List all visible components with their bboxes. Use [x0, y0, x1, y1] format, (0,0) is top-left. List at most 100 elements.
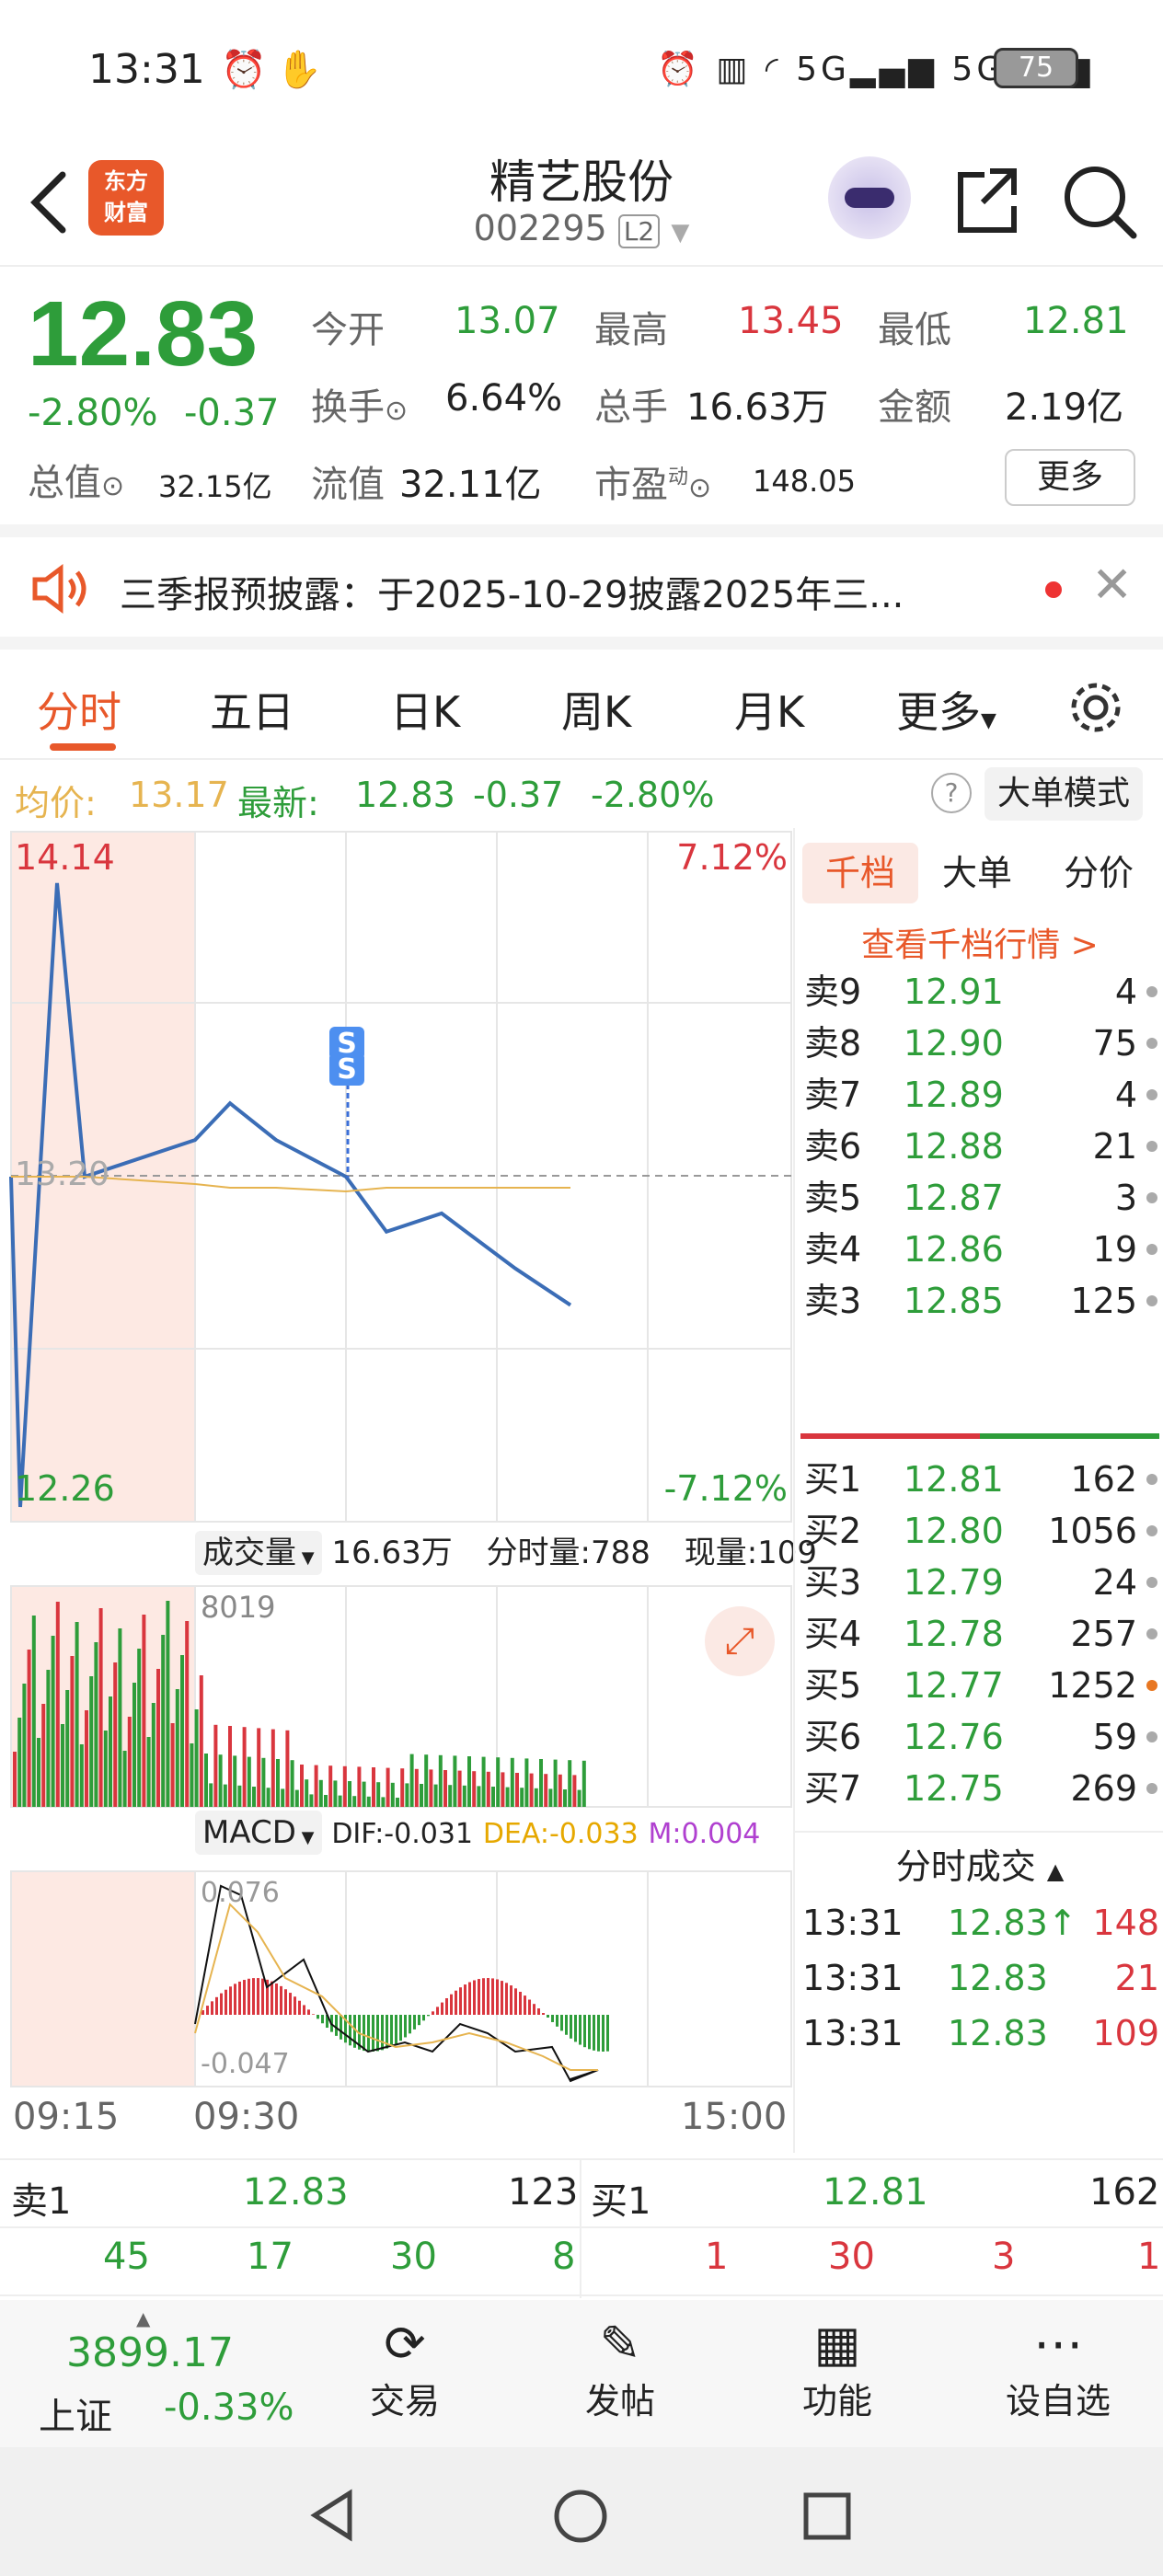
nav-post[interactable]: ✎ 发帖 — [556, 2315, 685, 2423]
macd-bar — [482, 1978, 485, 2015]
order-book-row[interactable]: 卖2 12.84 300 — [795, 1327, 1163, 1330]
order-book-row[interactable]: 买3 12.79 24 — [795, 1557, 1163, 1608]
low-value: 12.81 — [1023, 300, 1129, 342]
info-icon[interactable]: ⊙ — [688, 472, 711, 504]
volume-selector[interactable]: 成交量 ▼ — [195, 1531, 322, 1575]
caret-down-icon: ▼ — [296, 1548, 315, 1568]
volume-bar — [55, 1602, 60, 1807]
order-book-row[interactable]: 买7 12.75 269 — [795, 1763, 1163, 1814]
tab-intraday[interactable]: 分时 — [37, 679, 121, 740]
macd-bar — [211, 2001, 213, 2015]
ticks-header[interactable]: 分时成交 ▲ — [795, 1831, 1163, 1889]
tab-big-order[interactable]: 大单 — [942, 843, 1012, 903]
volume-bar — [170, 1723, 175, 1807]
settings-gear-icon[interactable] — [1065, 677, 1126, 738]
order-book-row[interactable]: 卖3 12.85 125 — [795, 1275, 1163, 1327]
mcap-value: 32.15亿 — [158, 469, 272, 504]
tick-row: 13:31 12.83 109 — [795, 2006, 1163, 2061]
tab-week-k[interactable]: 周K — [561, 679, 631, 740]
volume-bar — [390, 1782, 395, 1807]
buy-detail: 1 — [705, 2236, 729, 2278]
help-icon[interactable]: ? — [931, 773, 972, 813]
view-depth-link[interactable]: 查看千档行情 > — [795, 918, 1163, 966]
nav-functions[interactable]: ▦ 功能 — [773, 2315, 902, 2423]
nav-add-watchlist[interactable]: ⋯ 设自选 — [985, 2315, 1132, 2423]
tab-month-k[interactable]: 月K — [734, 679, 804, 740]
search-button[interactable] — [1058, 158, 1141, 241]
expand-button[interactable]: ⤢ — [705, 1606, 775, 1676]
info-icon[interactable]: ⊙ — [385, 395, 408, 427]
open-label: 今开 — [311, 309, 385, 351]
nav-trade[interactable]: ⟳ 交易 — [340, 2315, 469, 2423]
home-circle-icon[interactable] — [552, 2488, 609, 2545]
order-book-row[interactable]: 买2 12.80 1056 — [795, 1505, 1163, 1557]
volume-bar — [462, 1785, 466, 1807]
macd-bar — [298, 2000, 301, 2015]
level-price: 12.76 — [904, 1717, 1004, 1757]
notice-bar[interactable]: 三季报预披露：于2025-10-29披露2025年三... ✕ — [0, 537, 1163, 650]
macd-bar — [450, 1994, 453, 2015]
order-book-row[interactable]: 买4 12.78 257 — [795, 1608, 1163, 1660]
macd-bar — [547, 2015, 549, 2018]
tab-price-dist[interactable]: 分价 — [1064, 843, 1134, 903]
turnover-label-text: 换手 — [311, 386, 385, 429]
buy-detail: 1 — [1137, 2236, 1161, 2278]
order-book-row[interactable]: 买1 12.81 162 — [795, 1454, 1163, 1505]
tab-more[interactable]: 更多▼ — [896, 679, 996, 740]
chart-top-price: 14.14 — [15, 837, 115, 878]
float-label: 流值 — [311, 464, 385, 506]
volume-bar — [443, 1770, 447, 1807]
order-book-row[interactable]: 买5 12.77 1252 — [795, 1660, 1163, 1711]
intraday-chart[interactable]: S S 14.14 7.12% 13.20 12.26 -7.12% 成交量 ▼… — [0, 828, 817, 2153]
volume-bar — [348, 1781, 351, 1807]
close-icon[interactable]: ✕ — [1091, 556, 1133, 614]
info-icon[interactable]: ⊙ — [101, 470, 124, 502]
back-triangle-icon[interactable] — [305, 2488, 361, 2543]
macd-selector[interactable]: MACD ▼ — [195, 1811, 322, 1855]
tab-five-day[interactable]: 五日 — [210, 679, 294, 740]
share-button[interactable] — [950, 158, 1023, 241]
volume-bar — [342, 1765, 347, 1807]
macd-top-label: 0.076 — [201, 1877, 280, 1909]
order-book-row[interactable]: 卖6 12.88 21 — [795, 1121, 1163, 1172]
order-book-row[interactable]: 卖5 12.87 3 — [795, 1172, 1163, 1224]
volume-bar — [285, 1730, 290, 1807]
assistant-avatar[interactable] — [828, 156, 911, 239]
order-book-row[interactable]: 卖7 12.89 4 — [795, 1069, 1163, 1121]
macd-dea: DEA:-0.033 — [482, 1818, 639, 1850]
macd-bar — [574, 2015, 577, 2042]
order-book-row[interactable]: 买6 12.76 59 — [795, 1711, 1163, 1763]
big-order-mode-button[interactable]: 大单模式 — [985, 767, 1144, 821]
turnover-value: 6.64% — [445, 377, 563, 420]
volume-bar — [290, 1760, 294, 1807]
macd-bar — [427, 2015, 430, 2017]
tab-thousand-level[interactable]: 千档 — [802, 843, 918, 903]
level-label: 买5 — [804, 1665, 862, 1706]
bottom-nav: ▲ 3899.17 上证 -0.33% ⟳ 交易 ✎ 发帖 ▦ 功能 ⋯ 设自选 — [0, 2300, 1163, 2447]
system-nav-bar — [0, 2447, 1163, 2576]
more-button[interactable]: 更多 — [1005, 449, 1135, 506]
chart-mid-price: 13.20 — [15, 1156, 110, 1193]
macd-bar — [473, 1980, 476, 2015]
volume-bar — [328, 1765, 333, 1807]
order-book-row[interactable]: 卖9 12.91 4 — [795, 966, 1163, 1018]
volume-bar — [376, 1782, 381, 1807]
back-button[interactable] — [22, 166, 77, 239]
level-volume: 269 — [1070, 1768, 1137, 1809]
buy-detail: 3 — [992, 2236, 1016, 2278]
level-price: 12.74 — [904, 1814, 1004, 1822]
level-volume: 1142 — [1048, 1814, 1137, 1822]
best-quote-bar: 卖1 12.83 123 买1 12.81 162 45 17 30 8 1 3… — [0, 2158, 1163, 2298]
level-label: 买2 — [804, 1511, 862, 1551]
order-book-row[interactable]: 卖8 12.90 75 — [795, 1018, 1163, 1069]
stock-code-row[interactable]: 002295 L2 ▼ — [397, 208, 766, 248]
macd-bar — [243, 1980, 246, 2015]
recents-square-icon[interactable] — [800, 2490, 854, 2543]
index-widget[interactable]: ▲ 3899.17 上证 -0.33% — [0, 2300, 313, 2447]
volume-bar — [558, 1774, 562, 1807]
time-open: 09:30 — [193, 2096, 300, 2138]
tab-day-k[interactable]: 日K — [390, 679, 460, 740]
order-book-row[interactable]: 买8 12.74 1142 — [795, 1814, 1163, 1822]
level-volume: 125 — [1070, 1281, 1137, 1321]
order-book-row[interactable]: 卖4 12.86 19 — [795, 1224, 1163, 1275]
